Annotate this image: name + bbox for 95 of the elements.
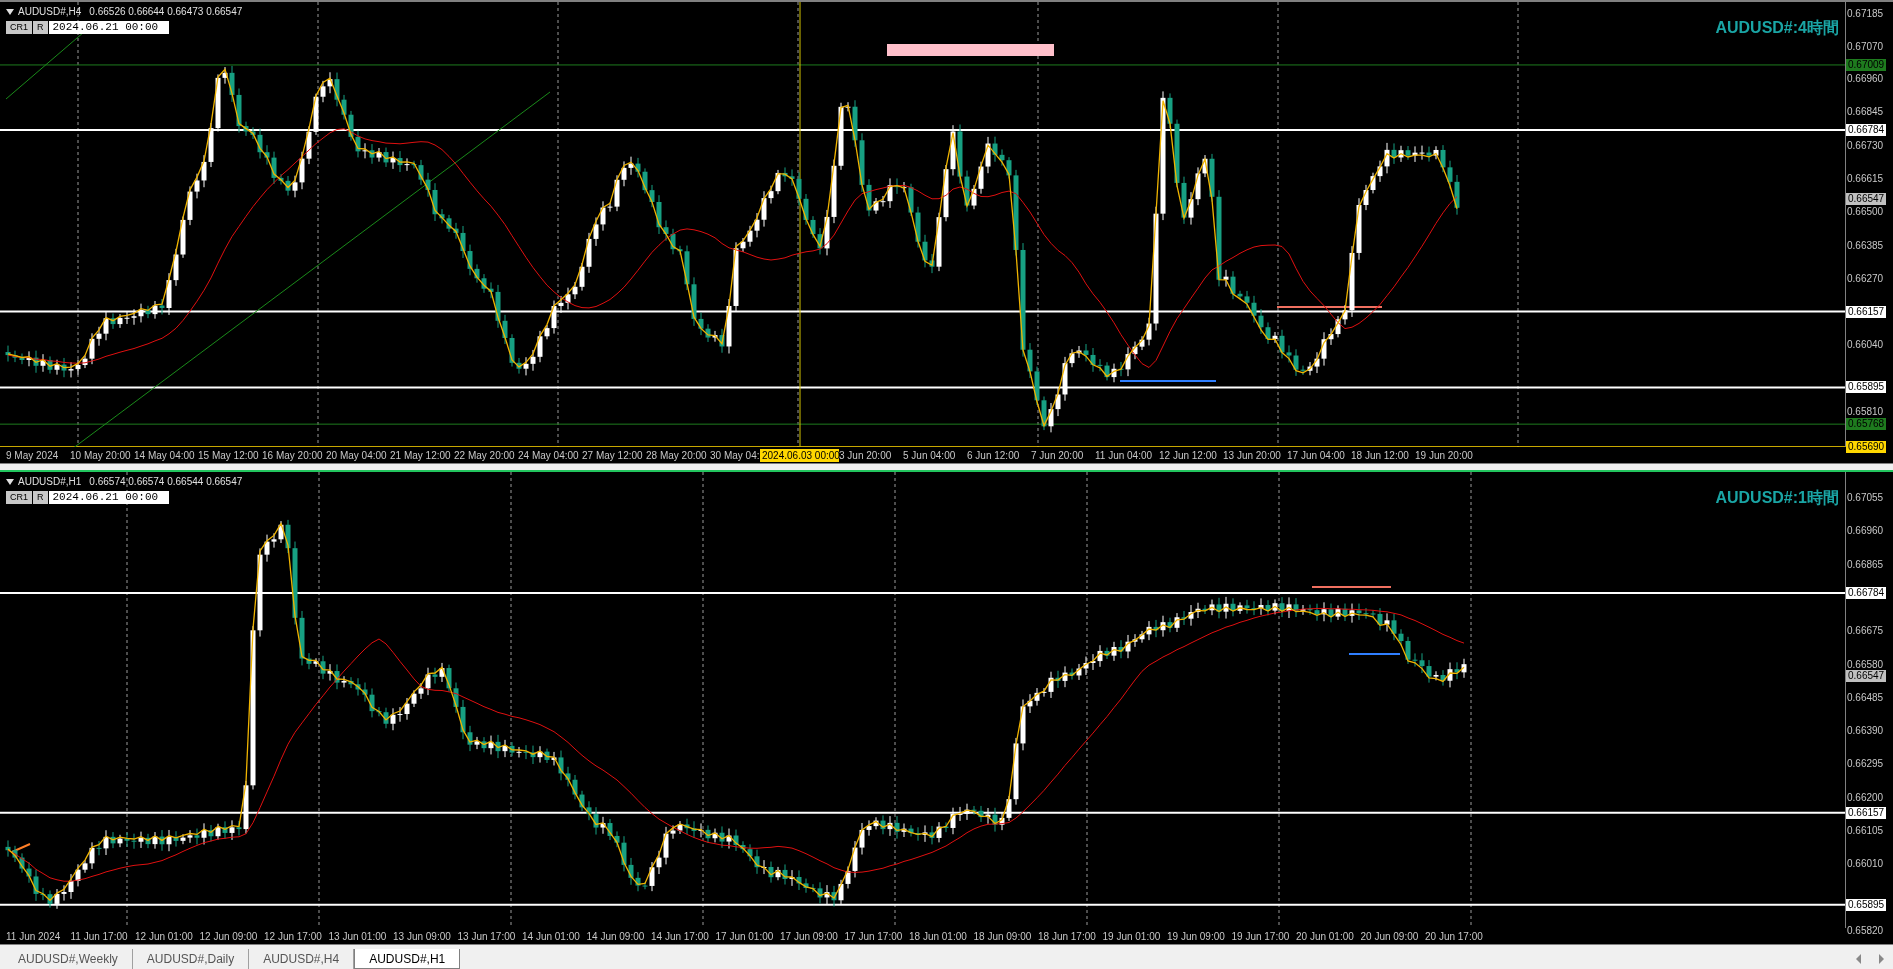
time-label: 20 Jun 01:00	[1296, 929, 1355, 943]
price-label: 0.66157	[1846, 305, 1887, 318]
price-tick: 0.66295	[1847, 758, 1884, 771]
chart-button[interactable]: CR1	[6, 491, 32, 504]
time-label: 17 Jun 09:00	[780, 929, 839, 943]
time-label: 28 May 20:00	[646, 448, 708, 462]
price-tick: 0.66485	[1847, 691, 1884, 704]
time-label: 11 Jun 04:00	[1095, 448, 1154, 462]
price-tick: 0.66500	[1847, 206, 1884, 219]
time-label: 27 May 12:00	[582, 448, 644, 462]
chart-symbol: AUDUSD#,H1	[18, 475, 82, 489]
time-label: 18 Jun 12:00	[1351, 448, 1410, 462]
price-label: 0.66547	[1846, 192, 1887, 205]
time-label: 18 Jun 01:00	[909, 929, 968, 943]
price-tick: 0.65820	[1847, 925, 1884, 937]
time-label: 24 May 04:00	[518, 448, 580, 462]
time-label: 19 Jun 09:00	[1167, 929, 1226, 943]
time-label: 19 Jun 20:00	[1415, 448, 1474, 462]
chart-title: AUDUSD#:1時間	[1715, 488, 1839, 508]
time-label: 11 Jun 17:00	[70, 929, 129, 943]
price-tick: 0.67185	[1847, 8, 1884, 20]
chart-title: AUDUSD#:4時間	[1715, 18, 1839, 38]
time-label: 21 May 12:00	[390, 448, 452, 462]
price-label: 0.66784	[1846, 587, 1887, 599]
price-tick: 0.66615	[1847, 173, 1884, 185]
time-label: 14 May 04:00	[134, 448, 196, 462]
time-label: 16 May 20:00	[262, 448, 324, 462]
chart-button[interactable]: R	[33, 491, 48, 504]
price-tick: 0.66040	[1847, 339, 1884, 352]
time-highlight: 2024.06.03 00:00	[760, 448, 839, 462]
time-label: 20 Jun 09:00	[1360, 929, 1420, 943]
chart-button[interactable]: CR1	[6, 21, 32, 34]
price-label: 0.65768	[1846, 418, 1887, 431]
time-label: 15 May 12:00	[198, 448, 260, 462]
time-label: 17 Jun 01:00	[715, 929, 775, 943]
time-label: 12 Jun 09:00	[199, 929, 259, 943]
time-label: 20 Jun 17:00	[1425, 929, 1484, 943]
time-label: 19 Jun 01:00	[1102, 929, 1162, 943]
price-tick: 0.66960	[1847, 525, 1884, 538]
time-label: 19 Jun 17:00	[1231, 929, 1291, 943]
time-label: 14 Jun 01:00	[522, 929, 581, 943]
price-tick: 0.66845	[1847, 106, 1884, 119]
chart-tab[interactable]: AUDUSD#,Weekly	[4, 949, 133, 969]
ohlc-values: 0.66526 0.66644 0.66473 0.66547	[89, 5, 243, 19]
time-label: 17 Jun 04:00	[1287, 448, 1346, 462]
price-label: 0.66157	[1846, 806, 1887, 819]
time-label: 12 Jun 17:00	[264, 929, 323, 943]
time-label: 14 Jun 17:00	[651, 929, 710, 943]
time-label: 6 Jun 12:00	[967, 448, 1021, 462]
date-field[interactable]: 2024.06.21 00:00	[48, 21, 169, 34]
time-label: 5 Jun 04:00	[903, 448, 957, 462]
time-label: 11 Jun 2024	[6, 929, 62, 943]
chart-button[interactable]: R	[33, 21, 48, 34]
price-tick: 0.66010	[1847, 858, 1884, 871]
price-label: 0.65690	[1846, 440, 1887, 453]
time-label: 18 Jun 09:00	[973, 929, 1033, 943]
time-label: 13 Jun 17:00	[457, 929, 517, 943]
price-label: 0.65895	[1846, 381, 1887, 394]
date-field[interactable]: 2024.06.21 00:00	[48, 491, 169, 504]
time-label: 7 Jun 20:00	[1031, 448, 1085, 462]
price-label: 0.66784	[1846, 124, 1887, 137]
time-label: 10 May 20:00	[70, 448, 132, 462]
time-label: 12 Jun 12:00	[1159, 448, 1218, 462]
time-label: 17 Jun 17:00	[844, 929, 904, 943]
price-label: 0.65895	[1846, 898, 1887, 911]
chart-tab[interactable]: AUDUSD#,Daily	[132, 949, 250, 969]
price-tick: 0.67070	[1847, 41, 1884, 54]
price-tick: 0.66385	[1847, 239, 1884, 252]
time-label: 20 May 04:00	[326, 448, 388, 462]
chart-tab[interactable]: AUDUSD#,H1	[354, 949, 461, 969]
price-label: 0.66547	[1846, 670, 1887, 683]
time-label: 30 May 04:	[710, 448, 760, 462]
price-tick: 0.66270	[1847, 272, 1884, 285]
price-label: 0.67009	[1846, 58, 1887, 71]
time-label: 9 May 2024	[6, 448, 60, 462]
time-label: 22 May 20:00	[454, 448, 516, 462]
price-tick: 0.66580	[1847, 658, 1884, 671]
price-tick: 0.65810	[1847, 406, 1884, 418]
time-label: 13 Jun 01:00	[328, 929, 388, 943]
price-tick: 0.66865	[1847, 558, 1884, 571]
chart-symbol: AUDUSD#,H4	[18, 5, 82, 19]
time-label: 13 Jun 20:00	[1223, 448, 1282, 462]
time-label: 12 Jun 01:00	[135, 929, 194, 943]
price-tick: 0.66730	[1847, 139, 1884, 152]
time-label: 14 Jun 09:00	[586, 929, 646, 943]
price-tick: 0.66200	[1847, 791, 1884, 804]
price-tick: 0.66105	[1847, 825, 1884, 838]
time-label: 18 Jun 17:00	[1038, 929, 1097, 943]
price-tick: 0.67055	[1847, 492, 1884, 504]
time-label: 13 Jun 09:00	[393, 929, 452, 943]
price-tick: 0.66675	[1847, 625, 1884, 638]
ohlc-values: 0.66574 0.66574 0.66544 0.66547	[89, 475, 243, 489]
price-tick: 0.66960	[1847, 73, 1884, 86]
price-tick: 0.66390	[1847, 725, 1884, 738]
time-label: 3 Jun 20:00	[839, 448, 893, 462]
